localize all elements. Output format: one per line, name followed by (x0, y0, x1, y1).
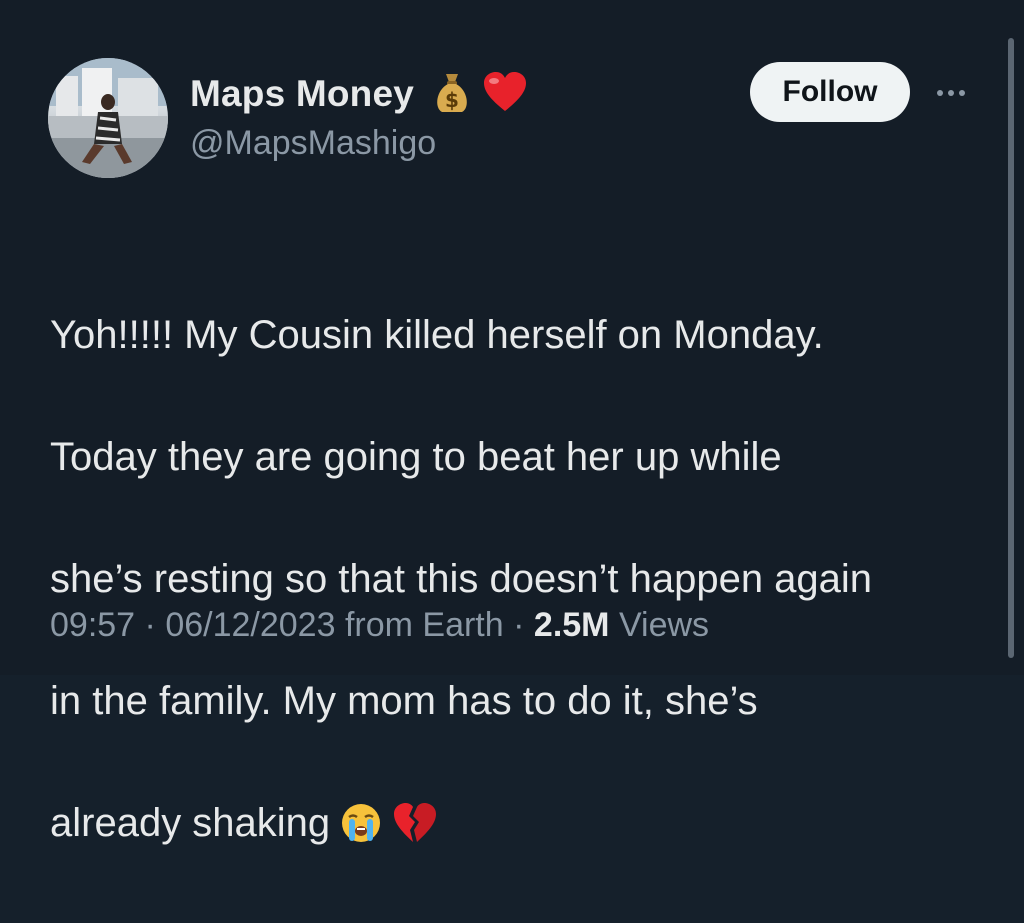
avatar-photo (48, 58, 168, 178)
loudly-crying-face-icon (340, 801, 382, 862)
red-heart-icon (482, 71, 528, 118)
tweet-last-line: already shaking (50, 793, 1000, 862)
broken-heart-icon (392, 801, 438, 862)
display-name[interactable]: Maps Money (190, 73, 414, 115)
svg-text:$: $ (445, 88, 459, 112)
tweet-line: Yoh!!!!! My Cousin killed herself on Mon… (50, 313, 824, 357)
tweet-card: Maps Money $ @MapsMashigo Follow Yoh!!!!… (0, 0, 1024, 845)
follow-button[interactable]: Follow (750, 62, 910, 122)
name-emojis: $ (432, 70, 528, 119)
money-bag-icon: $ (432, 70, 472, 119)
tweet-time[interactable]: 09:57 (50, 606, 135, 644)
meta-separator: · (144, 606, 156, 644)
tweet-line: in the family. My mom has to do it, she’… (50, 679, 758, 723)
more-dot (937, 90, 943, 96)
tweet-line: already shaking (50, 801, 331, 845)
tweet-source: from Earth (344, 606, 504, 644)
avatar[interactable] (48, 58, 168, 178)
views-label: Views (618, 606, 710, 644)
tweet-line: she’s resting so that this doesn’t happe… (50, 557, 873, 601)
tweet-date[interactable]: 06/12/2023 (165, 606, 335, 644)
tweet-line: Today they are going to beat her up whil… (50, 435, 782, 479)
name-row: Maps Money $ (190, 66, 528, 122)
tweet-text: Yoh!!!!! My Cousin killed herself on Mon… (50, 244, 1000, 923)
more-options-icon[interactable] (930, 78, 972, 108)
more-dot (959, 90, 965, 96)
scrollbar[interactable] (1008, 38, 1014, 658)
tweet-meta: 09:57 · 06/12/2023 from Earth · 2.5M Vie… (50, 606, 709, 645)
views-count[interactable]: 2.5M (534, 606, 610, 644)
more-dot (948, 90, 954, 96)
meta-separator: · (513, 606, 525, 644)
handle[interactable]: @MapsMashigo (190, 124, 528, 163)
author-block: Maps Money $ @MapsMashigo (190, 66, 528, 163)
